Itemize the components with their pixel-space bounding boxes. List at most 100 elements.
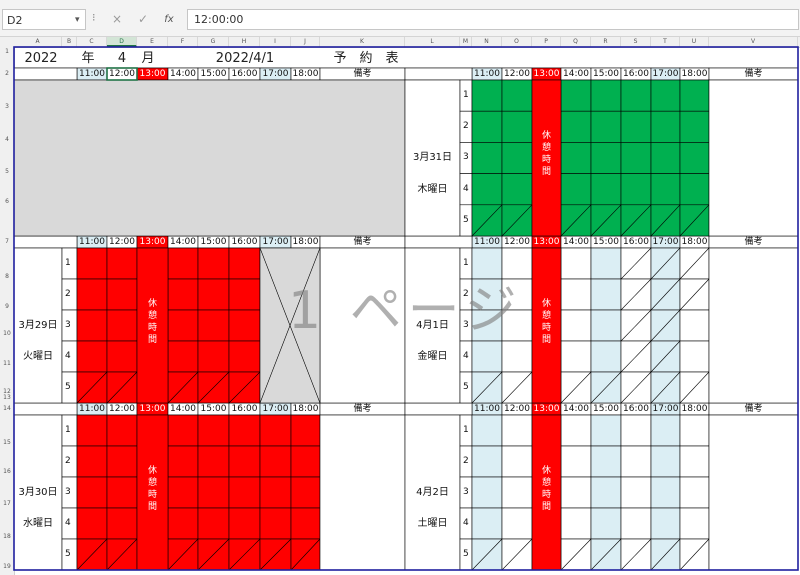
time-label: 18:00 — [681, 237, 708, 247]
remarks-cell — [708, 247, 799, 404]
time-slot-cell — [620, 110, 652, 143]
time-slot-cell — [197, 340, 230, 373]
time-slot-cell — [650, 476, 681, 509]
slot-number: 3 — [65, 487, 71, 497]
time-slot-cell — [106, 414, 138, 447]
time-label: 11:00 — [474, 404, 500, 414]
time-slot-cell — [76, 309, 108, 342]
time-slot-cell — [560, 309, 592, 342]
time-label: 18:00 — [681, 404, 708, 414]
time-slot-cell — [167, 309, 199, 342]
time-label: 18:00 — [292, 69, 319, 79]
slot-number: 5 — [65, 382, 71, 392]
time-label: 16:00 — [231, 237, 258, 247]
header-blank — [404, 235, 473, 249]
time-slot-cell — [106, 445, 138, 478]
time-slot-cell — [259, 414, 292, 447]
remarks-cell — [319, 414, 406, 571]
slot-number: 4 — [65, 518, 71, 528]
slot-number: 4 — [463, 183, 469, 194]
day-date: 3月29日 — [18, 320, 58, 331]
break-label-char: 休 — [541, 298, 551, 309]
time-slot-cell — [650, 445, 681, 478]
time-slot-cell — [590, 445, 622, 478]
remarks-label: 備考 — [744, 404, 763, 414]
day-weekday: 土曜日 — [417, 518, 448, 529]
time-label: 13:00 — [533, 237, 560, 247]
remarks-label: 備考 — [744, 237, 763, 247]
time-slot-cell — [620, 507, 652, 540]
time-slot-cell — [167, 476, 199, 509]
time-slot-cell — [259, 476, 292, 509]
break-label-char: 間 — [541, 334, 551, 345]
time-label: 13:00 — [139, 404, 166, 414]
time-slot-cell — [650, 414, 681, 447]
time-label: 17:00 — [262, 237, 289, 247]
break-label-char: 休 — [541, 131, 551, 141]
break-label-char: 憩 — [541, 477, 551, 488]
time-slot-cell — [679, 79, 710, 112]
time-slot-cell — [228, 247, 261, 280]
time-slot-cell — [290, 414, 321, 447]
time-slot-cell — [228, 476, 261, 509]
time-slot-cell — [106, 247, 138, 280]
day-weekday: 金曜日 — [417, 351, 448, 362]
slot-number: 1 — [463, 425, 469, 435]
time-label: 13:00 — [533, 69, 560, 79]
day-weekday: 木曜日 — [417, 183, 448, 195]
time-slot-cell — [228, 309, 261, 342]
time-label: 16:00 — [231, 404, 258, 414]
time-label: 18:00 — [681, 69, 708, 79]
time-label: 17:00 — [652, 69, 679, 79]
slot-number: 1 — [65, 258, 71, 268]
time-label: 14:00 — [563, 404, 589, 414]
break-label-char: 時 — [147, 322, 157, 333]
time-slot-cell — [650, 110, 681, 143]
time-label: 13:00 — [139, 237, 166, 247]
day-weekday: 水曜日 — [23, 518, 53, 529]
remarks-label: 備考 — [353, 404, 372, 414]
time-slot-cell — [167, 445, 199, 478]
break-label-char: 時 — [541, 155, 551, 165]
time-slot-cell — [590, 278, 622, 311]
time-slot-cell — [620, 79, 652, 112]
time-slot-cell — [560, 414, 592, 447]
time-slot-cell — [471, 445, 503, 478]
time-slot-cell — [590, 142, 622, 174]
time-slot-cell — [590, 309, 622, 342]
time-label: 13:00 — [533, 404, 560, 414]
time-slot-cell — [197, 247, 230, 280]
time-slot-cell — [590, 79, 622, 112]
time-slot-cell — [501, 142, 533, 174]
time-slot-cell — [228, 340, 261, 373]
time-slot-cell — [471, 340, 503, 373]
time-slot-cell — [501, 110, 533, 143]
slot-number: 2 — [463, 456, 469, 466]
time-slot-cell — [590, 414, 622, 447]
time-slot-cell — [679, 110, 710, 143]
time-slot-cell — [560, 142, 592, 174]
time-slot-cell — [679, 173, 710, 206]
slot-number: 5 — [463, 549, 469, 559]
time-slot-cell — [228, 278, 261, 311]
time-label: 15:00 — [593, 237, 619, 247]
time-label: 12:00 — [504, 69, 530, 79]
time-label: 12:00 — [109, 237, 135, 247]
time-slot-cell — [167, 507, 199, 540]
time-slot-cell — [259, 445, 292, 478]
time-slot-cell — [679, 309, 710, 342]
day-date: 3月30日 — [18, 487, 58, 498]
slot-number: 3 — [65, 320, 71, 330]
time-slot-cell — [259, 507, 292, 540]
time-slot-cell — [197, 414, 230, 447]
slot-number: 1 — [463, 90, 469, 100]
time-slot-cell — [501, 340, 533, 373]
time-label: 11:00 — [474, 237, 500, 247]
time-slot-cell — [679, 414, 710, 447]
slot-number: 4 — [463, 518, 469, 528]
time-slot-cell — [106, 309, 138, 342]
time-label: 12:00 — [504, 237, 530, 247]
time-label: 15:00 — [200, 237, 227, 247]
time-slot-cell — [620, 173, 652, 206]
time-label: 13:00 — [139, 69, 166, 79]
